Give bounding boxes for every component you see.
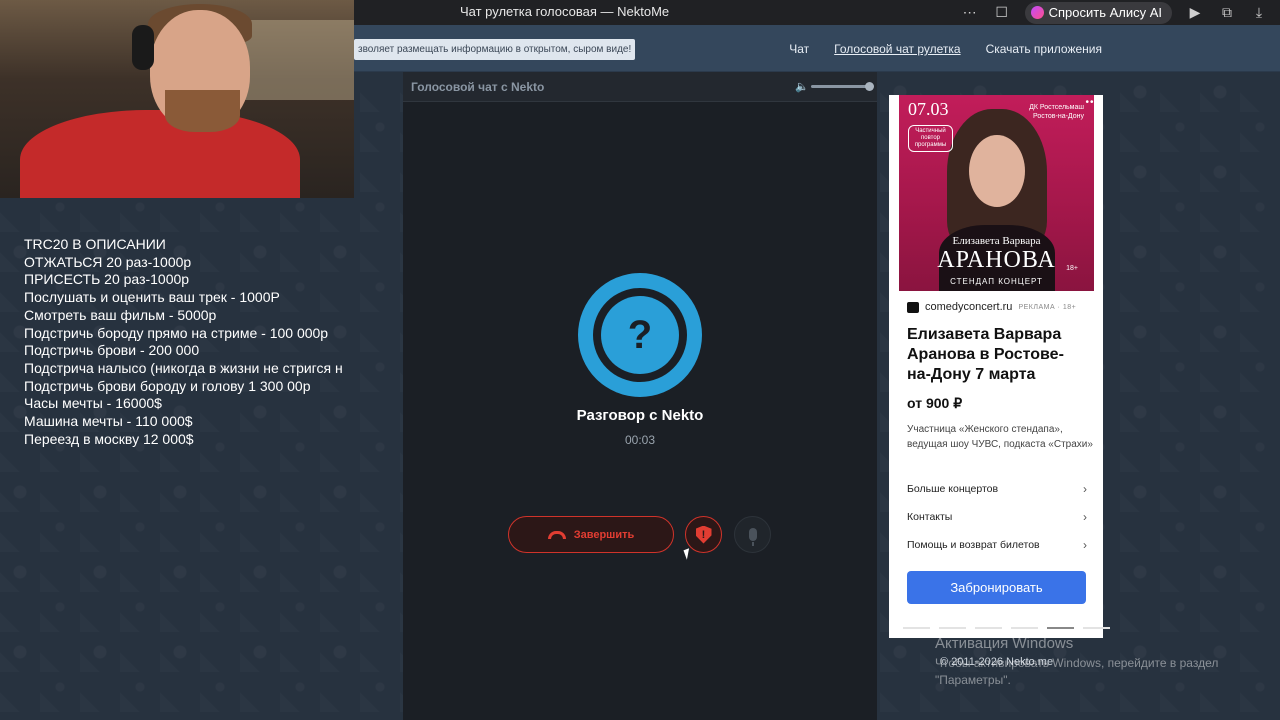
end-call-label: Завершить: [573, 528, 635, 541]
end-call-button[interactable]: Завершить: [508, 516, 674, 553]
poster-name-first: Елизавета Варвара: [952, 235, 1041, 247]
ad-price: от 900 ₽: [907, 395, 963, 411]
chevron-right-icon: ›: [1083, 538, 1087, 552]
bookmark-icon[interactable]: ☐: [993, 4, 1011, 21]
donation-line: ОТЖАТЬСЯ 20 раз-1000р: [24, 253, 192, 270]
donation-line: Часы мечты - 16000$: [24, 395, 162, 412]
report-button[interactable]: !: [685, 516, 722, 553]
webcam-person-beard: [165, 90, 240, 132]
microphone-icon: [748, 528, 757, 546]
chevron-right-icon: ›: [1083, 510, 1087, 524]
stream-donation-list: TRC20 В ОПИСАНИИ ОТЖАТЬСЯ 20 раз-1000р П…: [24, 236, 376, 448]
ad-source-domain: comedyconcert.ru: [925, 301, 1013, 313]
source-logo-icon: [907, 301, 919, 313]
call-timer: 00:03: [624, 433, 656, 447]
windows-activation-title: Активация Windows: [935, 635, 1074, 652]
carousel-dot[interactable]: [1011, 627, 1038, 629]
nav-link-chat[interactable]: Чат: [789, 42, 809, 56]
webcam-overlay: [0, 0, 354, 198]
ad-label: РЕКЛАМА · 18+: [1018, 303, 1077, 311]
volume-slider-handle[interactable]: [865, 82, 874, 91]
partner-avatar: ?: [578, 273, 702, 397]
alice-icon: [1030, 6, 1044, 19]
ad-title[interactable]: Елизавета Варвара Аранова в Ростове-на-Д…: [907, 325, 1087, 385]
call-header-title: Голосовой чат с Nekto: [411, 79, 545, 94]
question-mark-icon: ?: [601, 296, 679, 374]
volume-icon[interactable]: 🔈: [795, 80, 809, 93]
ad-carousel-dots: [903, 627, 1110, 629]
windows-activation-subtitle: Чтобы активировать Windows, перейдите в …: [935, 656, 1219, 687]
avatar-inner-ring: ?: [593, 288, 687, 382]
volume-slider[interactable]: [811, 85, 869, 88]
poster-date: 07.03: [908, 99, 949, 119]
site-notice: зволяет размещать информацию в открытом,…: [354, 39, 636, 60]
advertisement[interactable]: 07.03 ДК Ростсельмаш Ростов-на-Дону Част…: [889, 95, 1110, 638]
donation-line: TRC20 В ОПИСАНИИ: [24, 236, 166, 252]
ad-link-label: Больше концертов: [907, 483, 999, 495]
poster-face: [969, 135, 1025, 207]
screenshot-icon[interactable]: ⧉: [1218, 4, 1236, 21]
book-button[interactable]: Забронировать: [907, 571, 1086, 604]
donation-line: Подстрича налысо (никогда в жизни не стр…: [24, 359, 343, 376]
call-header: Голосовой чат с Nekto 🔈: [403, 72, 877, 102]
ad-link-help[interactable]: Помощь и возврат билетов ›: [907, 535, 1087, 555]
ad-description: Участница «Женского стендапа», ведущая ш…: [907, 424, 1093, 450]
nav-links: Чат Голосовой чат рулетка Скачать прилож…: [789, 42, 1102, 56]
ad-link-more-concerts[interactable]: Больше концертов ›: [907, 479, 1087, 499]
alice-button[interactable]: Спросить Алису AI: [1024, 1, 1172, 24]
nav-link-voice-chat[interactable]: Голосовой чат рулетка: [834, 42, 960, 56]
poster-venue: ДК Ростсельмаш Ростов-на-Дону: [1029, 104, 1084, 120]
ad-link-contacts[interactable]: Контакты ›: [907, 507, 1087, 527]
hang-up-icon: [547, 530, 566, 539]
carousel-dot[interactable]: [1083, 627, 1110, 629]
partner-name: Разговор с Nekto: [576, 407, 704, 424]
donation-line: Переезд в москву 12 000$: [24, 430, 194, 447]
poster-badge: Частичный повтор программы: [908, 125, 953, 152]
ad-link-label: Помощь и возврат билетов: [907, 539, 1040, 551]
nav-link-download-apps[interactable]: Скачать приложения: [986, 42, 1102, 56]
donation-line: Подстричь бороду прямо на стриме - 100 0…: [24, 324, 329, 341]
donation-line: Подстричь брови бороду и голову 1 300 00…: [24, 377, 311, 394]
poster-subtitle: СТЕНДАП КОНЦЕРТ: [950, 277, 1043, 286]
webcam-person-shirt: [20, 110, 300, 198]
browser-actions: ⋯ ☐ Спросить Алису AI ▶ ⧉ ⤓: [961, 0, 1280, 25]
donation-line: Послушать и оценить ваш трек - 1000Р: [24, 289, 280, 306]
ad-poster-image[interactable]: 07.03 ДК Ростсельмаш Ростов-на-Дону Част…: [899, 95, 1094, 291]
carousel-dot[interactable]: [903, 627, 930, 629]
carousel-dot-active[interactable]: [1047, 627, 1074, 629]
ad-more-icon[interactable]: •••: [1085, 97, 1099, 108]
donation-line: Машина мечты - 110 000$: [24, 413, 193, 430]
ad-source[interactable]: comedyconcert.ru РЕКЛАМА · 18+: [907, 301, 1076, 313]
poster-age-rating: 18+: [1066, 265, 1078, 272]
chevron-right-icon: ›: [1083, 482, 1087, 496]
poster-name-last: АРАНОВА: [937, 247, 1056, 273]
download-icon[interactable]: ⤓: [1250, 4, 1268, 21]
ad-link-label: Контакты: [907, 511, 953, 523]
carousel-dot[interactable]: [939, 627, 966, 629]
browser-tab-title: Чат рулетка голосовая — NektoMe: [460, 4, 670, 19]
headphones-icon: [132, 25, 154, 70]
carousel-dot[interactable]: [975, 627, 1002, 629]
alice-label: Спросить Алису AI: [1048, 5, 1162, 20]
voice-call-panel: Голосовой чат с Nekto 🔈 ? Разговор с Nek…: [403, 72, 877, 720]
donation-line: ПРИСЕСТЬ 20 раз-1000р: [24, 271, 190, 288]
play-icon[interactable]: ▶: [1186, 4, 1204, 21]
more-icon[interactable]: ⋯: [961, 4, 979, 21]
shield-icon: !: [695, 525, 712, 544]
donation-line: Подстричь брови - 200 000: [24, 342, 200, 359]
donation-line: Смотреть ваш фильм - 5000р: [24, 306, 217, 323]
mute-button[interactable]: [734, 516, 771, 553]
